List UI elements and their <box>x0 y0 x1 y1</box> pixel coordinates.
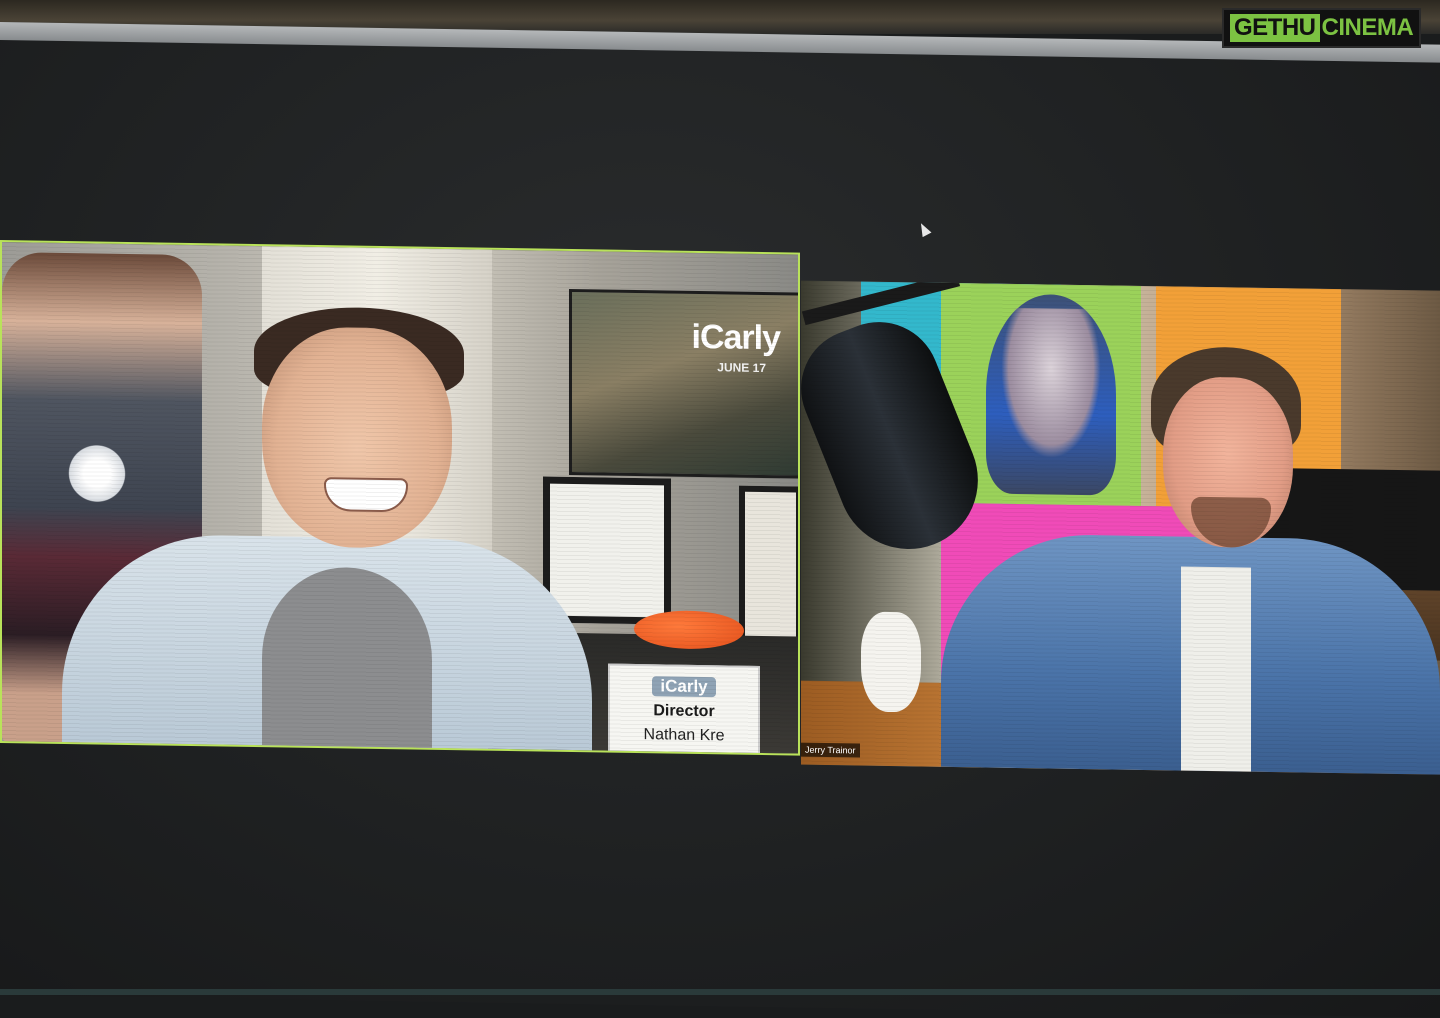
mouse-pointer-icon <box>916 220 932 238</box>
show-poster: iCarly JUNE 17 <box>569 288 800 479</box>
placard-name: Nathan Kre <box>643 726 725 745</box>
screen-bottom-edge <box>0 989 1440 995</box>
participant-person <box>62 303 592 755</box>
watermark-logo: GETHU CINEMA <box>1222 8 1422 48</box>
participant-video-tile-left[interactable]: iCarly JUNE 17 iCarly Director Nathan Kr… <box>0 240 800 756</box>
video-call-screen: iCarly JUNE 17 iCarly Director Nathan Kr… <box>0 22 1440 1018</box>
participant-video-tile-right[interactable]: Jerry Trainor <box>801 280 1440 775</box>
placard-logo: iCarly <box>652 676 716 698</box>
bass-guitar <box>861 611 921 713</box>
placard-role: Director <box>653 702 715 721</box>
picture-frame <box>739 485 800 647</box>
watermark-text-part1: GETHU <box>1230 14 1320 42</box>
poster-date: JUNE 17 <box>717 360 766 376</box>
watermark-text-part2: CINEMA <box>1321 14 1414 41</box>
poster-logo: iCarly <box>691 317 781 358</box>
participant-person <box>941 343 1440 775</box>
director-placard: iCarly Director Nathan Kre <box>608 663 760 756</box>
participant-name-label: Jerry Trainor <box>801 742 860 758</box>
